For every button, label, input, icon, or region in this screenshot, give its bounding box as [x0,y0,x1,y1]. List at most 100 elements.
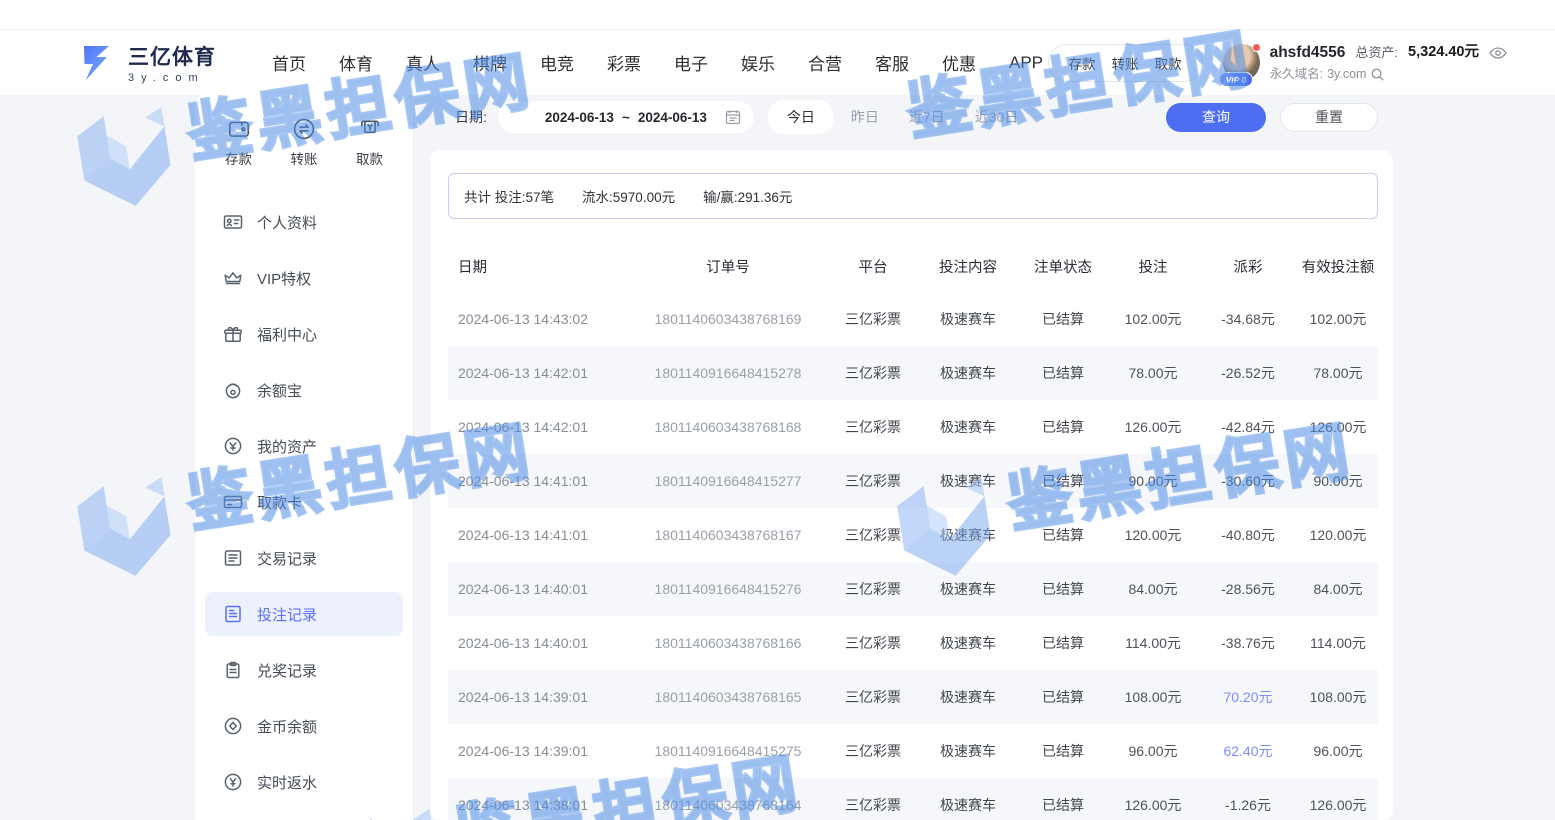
cell-valid: 114.00元 [1298,633,1378,653]
cell-status: 已结算 [1018,309,1108,329]
nav-item[interactable]: 棋牌 [473,50,507,75]
summary-turnover: 流水:5970.00元 [582,186,675,206]
logo-title: 三亿体育 [128,41,216,71]
col-stake: 投注 [1108,256,1198,277]
cell-platform: 三亿彩票 [828,579,918,599]
cell-content: 极速赛车 [918,795,1018,815]
table-row: 2024-06-13 14:42:01 1801140916648415278 … [448,346,1378,400]
sidebar-item-icon [223,324,243,344]
sidebar: 存款 转账 取款 [195,95,414,820]
cell-date: 2024-06-13 14:40:01 [448,581,628,597]
sidebar-item-icon [223,436,243,456]
table-header-row: 日期 订单号 平台 投注内容 注单状态 投注 派彩 有效投注额 [448,240,1378,292]
sidebar-menu-item[interactable]: 福利中心 [205,312,403,356]
sidebar-menu-item[interactable]: 个人资料 [205,200,403,244]
sidebar-menu-item[interactable]: 实时返水 [205,760,403,804]
nav-item[interactable]: 体育 [339,50,373,75]
sidebar-menu-item[interactable]: 余额宝 [205,368,403,412]
quick-range-chip[interactable]: 近30日 [962,100,1032,134]
cell-status: 已结算 [1018,417,1108,437]
filter-bar: 日期: 2024-06-13 ~ 2024-06-13 今日昨日近7日近30日 … [430,95,1393,139]
cell-payout: -1.26元 [1198,795,1298,815]
page: 三亿体育 3y.com 首页 体育 真人 棋牌 电竞 彩票 电子 娱乐 合营 客服 优惠 APP 存款… [0,0,1555,820]
sidebar-menu-item[interactable]: 交易记录 [205,536,403,580]
cell-date: 2024-06-13 14:39:01 [448,689,628,705]
content-area: 存款 转账 取款 [0,95,1555,820]
sidebar-menu-item[interactable]: 取款卡 [205,480,403,524]
cell-stake: 126.00元 [1108,795,1198,815]
quick-range-chip[interactable]: 近7日 [896,100,958,134]
sidebar-menu-item[interactable]: 投注记录 [205,592,403,636]
logo-domain: 3y.com [128,72,216,84]
cell-platform: 三亿彩票 [828,471,918,491]
sidebar-item-icon [223,548,243,568]
avatar[interactable]: VIP 0 [1223,44,1260,81]
search-button[interactable]: 查询 [1166,103,1266,132]
cell-payout: 62.40元 [1198,741,1298,761]
nav-item[interactable]: 电子 [674,50,708,75]
sidebar-item-icon [223,268,243,288]
nav-item[interactable]: 优惠 [942,50,976,75]
table-row: 2024-06-13 14:42:01 1801140603438768168 … [448,400,1378,454]
cell-stake: 84.00元 [1108,579,1198,599]
nav-item[interactable]: 首页 [272,50,306,75]
cell-stake: 78.00元 [1108,363,1198,383]
cell-payout: -34.68元 [1198,309,1298,329]
search-icon[interactable] [1370,67,1385,82]
cell-valid: 126.00元 [1298,795,1378,815]
cell-status: 已结算 [1018,633,1108,653]
cell-payout: 70.20元 [1198,687,1298,707]
cell-content: 极速赛车 [918,741,1018,761]
cell-valid: 90.00元 [1298,471,1378,491]
sidebar-menu-item[interactable] [205,816,403,820]
cell-order: 1801140603438768169 [628,311,828,327]
sidebar-item-icon [223,380,243,400]
wallet-action[interactable]: 存款 [1069,53,1096,73]
cell-order: 1801140603438768165 [628,689,828,705]
quick-range-chip[interactable]: 今日 [768,100,834,134]
quick-action[interactable]: 转账 [291,117,318,168]
nav-item[interactable]: 真人 [406,50,440,75]
sidebar-menu-item[interactable]: 金币余额 [205,704,403,748]
cell-platform: 三亿彩票 [828,795,918,815]
sidebar-item-icon [223,212,243,232]
calendar-icon[interactable] [725,109,741,128]
top-strip [0,0,1555,30]
quick-action[interactable]: 取款 [356,117,383,168]
cell-status: 已结算 [1018,471,1108,491]
sidebar-menu-item[interactable]: VIP特权 [205,256,403,300]
quick-action-icon [292,117,316,141]
sidebar-item-label: 取款卡 [257,492,302,513]
cell-stake: 120.00元 [1108,525,1198,545]
cell-date: 2024-06-13 14:40:01 [448,635,628,651]
nav-item[interactable]: APP [1009,53,1043,73]
nav-item[interactable]: 娱乐 [741,50,775,75]
sidebar-quick-actions: 存款 转账 取款 [195,95,413,174]
quick-action-icon [358,117,382,141]
nav-item[interactable]: 电竞 [540,50,574,75]
nav-item[interactable]: 客服 [875,50,909,75]
quick-action[interactable]: 存款 [225,117,252,168]
date-range-input[interactable]: 2024-06-13 ~ 2024-06-13 [498,101,754,133]
cell-payout: -28.56元 [1198,579,1298,599]
site-logo[interactable]: 三亿体育 3y.com [75,41,216,85]
sidebar-menu-item[interactable]: 我的资产 [205,424,403,468]
wallet-action[interactable]: 取款 [1155,53,1182,73]
sidebar-item-label: 余额宝 [257,380,302,401]
wallet-action[interactable]: 转账 [1112,53,1139,73]
eye-icon[interactable] [1489,47,1507,59]
summary-total: 共计 投注:57笔 [464,186,554,206]
sidebar-item-label: 福利中心 [257,324,317,345]
assets-value: 5,324.40元 [1408,42,1479,63]
nav-item[interactable]: 合营 [808,50,842,75]
cell-status: 已结算 [1018,525,1108,545]
bet-records-table: 日期 订单号 平台 投注内容 注单状态 投注 派彩 有效投注额 2024-06-… [448,240,1378,820]
sidebar-item-icon [223,716,243,736]
sidebar-menu-item[interactable]: 兑奖记录 [205,648,403,692]
nav-item[interactable]: 彩票 [607,50,641,75]
cell-order: 1801140916648415275 [628,743,828,759]
quick-range-chip[interactable]: 昨日 [838,100,892,134]
reset-button[interactable]: 重置 [1280,103,1378,132]
col-platform: 平台 [828,256,918,277]
cell-valid: 126.00元 [1298,417,1378,437]
